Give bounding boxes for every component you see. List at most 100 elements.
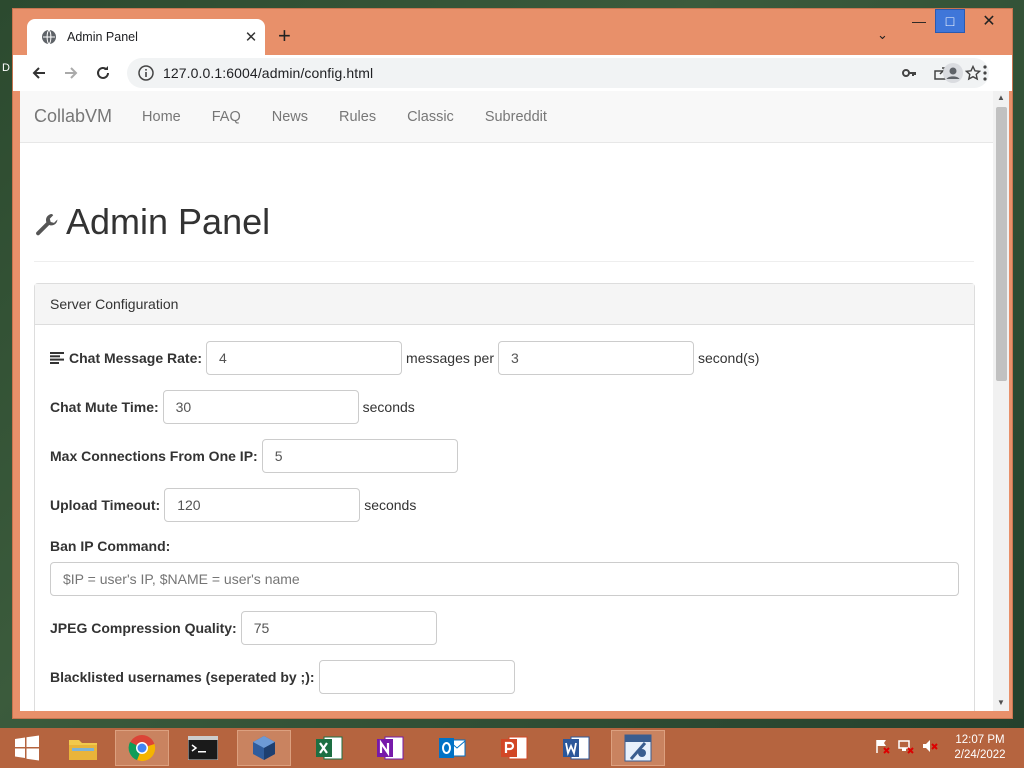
globe-icon <box>42 29 56 45</box>
taskbar: 12:07 PM 2/24/2022 <box>0 728 1024 768</box>
ban-ip-label-row: Ban IP Command: <box>50 538 174 554</box>
mute-time-input[interactable] <box>162 390 359 424</box>
site-navbar: CollabVM Home FAQ News Rules Classic Sub… <box>20 91 993 143</box>
server-config-panel: Server Configuration Chat Message Rate: … <box>34 283 975 711</box>
tab-search-chevron-icon[interactable]: ⌄ <box>877 27 888 43</box>
address-bar[interactable]: 127.0.0.1:6004/admin/config.html <box>127 58 989 88</box>
kebab-menu-icon <box>983 65 987 81</box>
onenote-icon <box>377 736 404 760</box>
excel-icon <box>316 736 343 760</box>
blacklist-input[interactable] <box>318 660 515 694</box>
browser-window: Admin Panel ✕ + ⌄ — □ ✕ 127.0.0.1:6004/a… <box>12 8 1013 719</box>
nav-link-news[interactable]: News <box>272 109 308 125</box>
page-title: Admin Panel <box>66 201 271 242</box>
outlook-icon <box>439 738 466 758</box>
back-arrow-icon <box>32 67 45 79</box>
jpeg-quality-label: JPEG Compression Quality: <box>50 620 237 636</box>
upload-timeout-unit: seconds <box>364 497 417 513</box>
jpeg-quality-row: JPEG Compression Quality: <box>50 611 437 645</box>
page-scrollbar[interactable]: ▲ ▼ <box>993 91 1009 711</box>
clock-date: 2/24/2022 <box>954 749 1006 761</box>
chat-rate-row: Chat Message Rate: messages per second(s… <box>50 341 759 375</box>
align-left-icon <box>50 352 64 364</box>
forward-button[interactable] <box>55 57 87 89</box>
scroll-up-arrow-icon[interactable]: ▲ <box>997 93 1005 102</box>
taskbar-command-prompt[interactable] <box>176 730 230 766</box>
browser-toolbar: 127.0.0.1:6004/admin/config.html <box>13 55 1012 91</box>
taskbar-virtualbox[interactable] <box>237 730 291 766</box>
back-button[interactable] <box>23 57 55 89</box>
chrome-icon <box>128 735 156 762</box>
maximize-button[interactable]: □ <box>935 9 965 33</box>
chat-rate-seconds-input[interactable] <box>497 341 694 375</box>
mute-time-label: Chat Mute Time: <box>50 399 159 415</box>
start-button[interactable] <box>0 730 54 766</box>
upload-timeout-input[interactable] <box>164 488 361 522</box>
command-prompt-icon <box>188 736 218 760</box>
nav-link-subreddit[interactable]: Subreddit <box>485 109 547 125</box>
nav-link-classic[interactable]: Classic <box>407 109 454 125</box>
volume-muted-icon[interactable] <box>918 738 942 754</box>
chat-rate-messages-input[interactable] <box>206 341 403 375</box>
taskbar-outlook[interactable] <box>425 730 479 766</box>
taskbar-clock[interactable]: 12:07 PM 2/24/2022 <box>950 733 1010 763</box>
menu-button[interactable] <box>969 57 1001 89</box>
new-tab-button[interactable]: + <box>278 25 291 47</box>
max-connections-row: Max Connections From One IP: <box>50 439 458 473</box>
virtualbox-icon <box>253 736 275 760</box>
panel-heading: Server Configuration <box>35 284 974 325</box>
action-center-flag-icon[interactable] <box>870 738 894 754</box>
tab-title: Admin Panel <box>67 30 138 44</box>
chat-rate-unit: second(s) <box>697 350 760 366</box>
ban-ip-command-input[interactable] <box>50 562 959 596</box>
clock-time: 12:07 PM <box>955 734 1005 746</box>
desktop-edge-text: D <box>2 62 10 74</box>
upload-timeout-label: Upload Timeout: <box>50 497 161 513</box>
snipping-app-icon <box>624 734 652 762</box>
page-header: Admin Panel <box>34 201 270 243</box>
word-icon <box>563 736 590 760</box>
nav-link-home[interactable]: Home <box>142 109 181 125</box>
taskbar-onenote[interactable] <box>363 730 417 766</box>
key-icon[interactable] <box>893 65 925 81</box>
taskbar-chrome[interactable] <box>115 730 169 766</box>
chat-rate-label: Chat Message Rate: <box>69 350 203 366</box>
reload-icon <box>97 66 109 79</box>
max-connections-label: Max Connections From One IP: <box>50 448 258 464</box>
profile-avatar-icon <box>943 63 963 83</box>
forward-arrow-icon <box>65 67 78 79</box>
taskbar-word[interactable] <box>549 730 603 766</box>
nav-link-faq[interactable]: FAQ <box>212 109 241 125</box>
tab-admin-panel[interactable]: Admin Panel ✕ <box>27 19 265 55</box>
taskbar-excel[interactable] <box>302 730 356 766</box>
minimize-button[interactable]: — <box>904 9 934 33</box>
mute-time-unit: seconds <box>362 399 415 415</box>
close-window-button[interactable]: ✕ <box>966 9 1012 33</box>
max-connections-input[interactable] <box>261 439 458 473</box>
chat-rate-middle-text: messages per <box>406 350 494 366</box>
file-explorer-icon <box>69 740 97 760</box>
nav-link-rules[interactable]: Rules <box>339 109 376 125</box>
blacklist-row: Blacklisted usernames (seperated by ;): <box>50 660 515 694</box>
taskbar-powerpoint[interactable] <box>487 730 541 766</box>
reload-button[interactable] <box>87 57 119 89</box>
mute-time-row: Chat Mute Time: seconds <box>50 390 415 424</box>
upload-timeout-row: Upload Timeout: seconds <box>50 488 416 522</box>
network-icon[interactable] <box>894 738 918 754</box>
scroll-thumb[interactable] <box>996 107 1007 381</box>
tab-strip: Admin Panel ✕ + ⌄ — □ ✕ <box>13 9 1012 55</box>
title-divider <box>34 261 974 262</box>
blacklist-label: Blacklisted usernames (seperated by ;): <box>50 669 315 685</box>
profile-button[interactable] <box>937 57 969 89</box>
brand-link[interactable]: CollabVM <box>34 106 112 127</box>
powerpoint-icon <box>501 736 528 760</box>
jpeg-quality-input[interactable] <box>240 611 437 645</box>
taskbar-file-explorer[interactable] <box>56 730 110 766</box>
ban-ip-input-row <box>50 562 959 596</box>
scroll-down-arrow-icon[interactable]: ▼ <box>997 698 1005 707</box>
page-viewport: CollabVM Home FAQ News Rules Classic Sub… <box>20 91 993 711</box>
close-tab-icon[interactable]: ✕ <box>237 28 265 46</box>
url-text: 127.0.0.1:6004/admin/config.html <box>163 65 374 81</box>
taskbar-snipping-app[interactable] <box>611 730 665 766</box>
site-info-icon[interactable] <box>137 64 155 82</box>
